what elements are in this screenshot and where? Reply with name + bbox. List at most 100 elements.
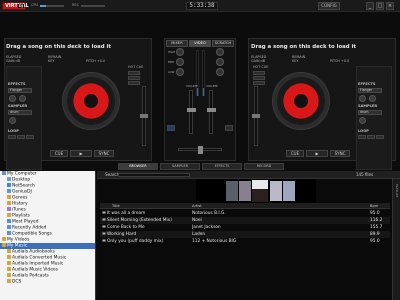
volume-right-handle[interactable] xyxy=(206,108,216,112)
folder-icon xyxy=(2,243,6,247)
eq-high-label: HIGH xyxy=(168,50,176,54)
maximize-button[interactable]: □ xyxy=(376,2,384,10)
config-button[interactable]: CONFIG xyxy=(318,2,340,10)
tree-item-label: Audials Audiobooks xyxy=(12,249,55,255)
track-artist: Noel xyxy=(192,218,202,223)
deck-left-play-button[interactable]: ▶ xyxy=(70,150,92,157)
folder-icon xyxy=(7,279,11,283)
deck-right-loop-label: LOOP xyxy=(358,129,369,133)
deck-left-hotcue-2[interactable] xyxy=(128,76,140,80)
minimize-button[interactable]: _ xyxy=(366,2,374,10)
album-cover-current[interactable] xyxy=(252,180,268,202)
eq-mid-right-knob[interactable] xyxy=(216,58,224,66)
deck-right-sampler-select[interactable]: drum xyxy=(358,110,382,115)
track-row[interactable]: Come Back to Me Janet Jackson 155.7 xyxy=(100,224,390,231)
column-bpm[interactable]: Bpm xyxy=(370,203,378,209)
deck-right-play-button[interactable]: ▶ xyxy=(306,150,328,157)
deck-left-pitch-handle[interactable] xyxy=(140,114,148,118)
pfl-right-button[interactable] xyxy=(225,125,233,131)
deck-right-jogwheel[interactable] xyxy=(272,72,330,130)
eq-mid-left-knob[interactable] xyxy=(176,58,184,66)
track-row[interactable]: Only you (puff daddy mix) 112 + Notorious… xyxy=(100,238,390,245)
eq-high-left-knob[interactable] xyxy=(176,48,184,56)
deck-left-effect-param2-knob[interactable] xyxy=(19,95,26,102)
deck-right-hotcue-1[interactable] xyxy=(253,71,265,75)
deck-right-hotcue-3[interactable] xyxy=(253,81,265,85)
deck-right-effect-param2-knob[interactable] xyxy=(369,95,376,102)
tab-video[interactable]: VIDEO xyxy=(189,40,211,47)
deck-left-sampler-knob[interactable] xyxy=(9,117,16,124)
tab-browser[interactable]: BROWSER xyxy=(118,163,158,170)
deck-left-hotcue-label: HOT CUE xyxy=(128,65,144,69)
tree-item-label: My Music xyxy=(7,243,28,249)
deck-left-hotcue-1[interactable] xyxy=(128,71,140,75)
deck-left-hotcue-3[interactable] xyxy=(128,81,140,85)
tab-mixer[interactable]: MIXER xyxy=(166,40,188,47)
folder-icon xyxy=(7,177,11,181)
deck-right-loop-btn-3[interactable] xyxy=(376,135,384,139)
deck-left-key-label: KEY xyxy=(48,59,55,63)
track-title: Only you (puff daddy mix) xyxy=(107,239,164,244)
tab-scratch[interactable]: SCRATCH xyxy=(212,40,234,47)
deck-right-pitch-handle[interactable] xyxy=(252,114,260,118)
deck-left-effect-param-knob[interactable] xyxy=(9,95,16,102)
tree-item-label: History xyxy=(12,201,28,207)
deck-left-loop-btn-3[interactable] xyxy=(26,135,34,139)
tree-item-label: Recently Added xyxy=(12,225,47,231)
folder-icon xyxy=(7,195,11,199)
deck-left-sync-button[interactable]: SYNC xyxy=(94,150,114,157)
column-title[interactable]: Title xyxy=(112,203,120,209)
deck-left-loop-btn-2[interactable] xyxy=(17,135,25,139)
tree-item-label: Compatible Songs xyxy=(12,231,52,237)
cover-flow[interactable] xyxy=(196,179,316,203)
tab-effects[interactable]: EFFECTS xyxy=(202,163,242,170)
eq-high-right-knob[interactable] xyxy=(216,48,224,56)
vu-meter-right xyxy=(202,50,205,96)
track-row[interactable]: It was all a dream Notorious B.I.G. 95.0 xyxy=(100,210,390,217)
close-button[interactable]: × xyxy=(386,2,394,10)
column-artist[interactable]: Artist xyxy=(192,203,202,209)
deck-left-loop-btn-1[interactable] xyxy=(8,135,16,139)
deck-left-loop-label: LOOP xyxy=(8,129,19,133)
eq-low-left-knob[interactable] xyxy=(176,68,184,76)
disc-icon xyxy=(102,231,106,236)
search-input[interactable] xyxy=(118,173,190,177)
volume-right-fader[interactable] xyxy=(209,90,213,134)
eq-low-right-knob[interactable] xyxy=(216,68,224,76)
folder-icon xyxy=(7,231,11,235)
deck-right-effect-select[interactable]: Flanger xyxy=(358,88,382,93)
disc-icon xyxy=(102,217,106,222)
deck-right-cue-button[interactable]: CUE xyxy=(286,150,304,157)
deck-left-effect-select[interactable]: Flanger xyxy=(8,88,32,93)
track-row[interactable]: Working Hard Laden 89.9 xyxy=(100,231,390,238)
tab-sampler[interactable]: SAMPLER xyxy=(160,163,200,170)
folder-icon xyxy=(7,219,11,223)
deck-left-sampler-select[interactable]: drum xyxy=(8,110,32,115)
folder-icon xyxy=(7,201,11,205)
deck-right-loop-btn-1[interactable] xyxy=(358,135,366,139)
album-cover[interactable] xyxy=(239,181,251,201)
track-row[interactable]: Silent Morning (Extended Mix) Noel 116.2 xyxy=(100,217,390,224)
tree-item-label: Genres xyxy=(12,195,28,201)
volume-left-handle[interactable] xyxy=(186,108,196,112)
eq-low-label: LOW xyxy=(168,70,175,74)
pfl-left-button[interactable] xyxy=(167,125,175,131)
deck-right-effect-param-knob[interactable] xyxy=(359,95,366,102)
album-cover[interactable] xyxy=(270,181,282,201)
volume-right-label: VOLUME xyxy=(206,84,218,88)
volume-left-fader[interactable] xyxy=(189,90,193,134)
crossfader-handle[interactable] xyxy=(197,145,203,154)
deck-right-hotcue-2[interactable] xyxy=(253,76,265,80)
album-cover[interactable] xyxy=(226,181,238,201)
deck-right-sampler-knob[interactable] xyxy=(359,117,366,124)
album-cover[interactable] xyxy=(283,181,295,201)
deck-left-jogwheel[interactable] xyxy=(62,72,120,130)
deck-left-cue-button[interactable]: CUE xyxy=(50,150,68,157)
tab-record[interactable]: RECORD xyxy=(244,163,284,170)
folder-icon xyxy=(7,207,11,211)
tree-item[interactable]: DCS xyxy=(0,279,95,285)
track-title: Come Back to Me xyxy=(107,225,145,230)
deck-right-loop-btn-2[interactable] xyxy=(367,135,375,139)
deck-right-sync-button[interactable]: SYNC xyxy=(330,150,350,157)
folder-icon xyxy=(2,171,6,175)
